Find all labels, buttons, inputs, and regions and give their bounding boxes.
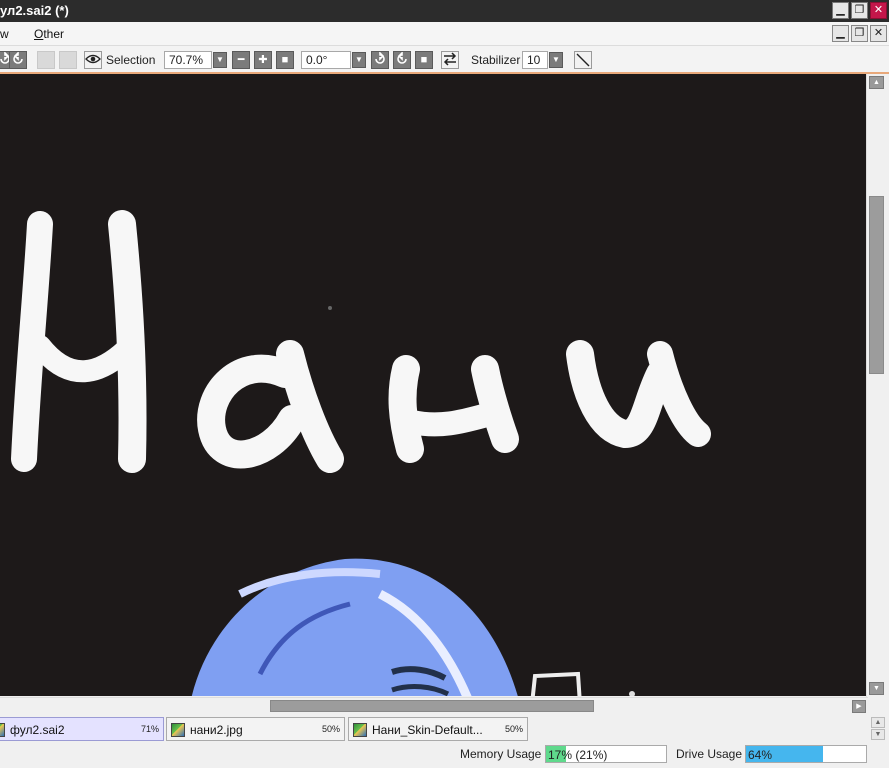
status-bar: Memory Usage 17% (21%) Drive Usage 64% [0,743,889,768]
zoom-in-button[interactable]: ✚ [254,51,272,69]
window-controls: ▁ ❐ ✕ [832,2,887,19]
stroke-a-bowl [197,354,306,469]
doc-restore-button[interactable]: ❐ [851,25,868,42]
hair-shape [191,558,518,696]
doc-tab-zoom: 71% [140,724,159,734]
image-file-icon [0,723,5,737]
rotate-left-icon [375,51,385,64]
straight-line-button[interactable] [574,51,592,69]
zoom-reset-button[interactable]: ■ [276,51,294,69]
horizontal-scroll-thumb[interactable] [270,700,594,712]
image-file-icon [171,723,185,737]
vertical-scrollbar[interactable]: ▲ ▼ [866,74,886,698]
memory-usage-value: 17% [548,748,573,762]
flip-horizontal-button[interactable] [441,51,459,69]
zoom-field[interactable]: 70.7% [164,51,212,69]
doc-tab-nani-skin[interactable]: Нани_Skin-Default... 50% [348,717,528,741]
stroke-i-right [647,341,711,447]
redo-button[interactable] [9,51,27,69]
sai-window: ул2.sai2 (*) ▁ ❐ ✕ w Other ▁ ❐ ✕ Selecti… [0,0,889,768]
character-hair [191,558,518,696]
document-tabs: фул2.sai2 71% нани2.jpg 50% Нани_Skin-De… [0,715,889,743]
doc-tab-zoom: 50% [504,724,523,734]
rotate-right-button[interactable] [393,51,411,69]
stabilizer-label: Stabilizer [471,53,521,67]
stabilizer-dropdown-button[interactable]: ▼ [549,52,563,68]
document-controls: ▁ ❐ ✕ [832,25,887,42]
drive-usage-meter: 64% [745,745,867,763]
redo-icon [13,51,23,64]
flip-arrows-icon [443,52,457,66]
rotation-dropdown-button[interactable]: ▼ [352,52,366,68]
zoom-out-button[interactable]: ━ [232,51,250,69]
doc-tab-name: фул2.sai2 [10,723,65,737]
sketch-box [530,671,582,696]
stroke-n-left [388,355,424,463]
stroke-n-bar [400,400,510,437]
drive-usage-label: Drive Usage [676,747,743,761]
rotate-left-button[interactable] [371,51,389,69]
menu-item-other-rest: ther [43,27,65,41]
doc-tab-zoom: 50% [321,724,340,734]
stroke-i-left [566,340,674,448]
scroll-down-button[interactable]: ▼ [869,682,884,695]
horizontal-scrollbar[interactable]: ▶ [0,697,868,714]
doc-tab-name: Нани_Skin-Default... [372,723,483,737]
stroke-h-bar [29,335,137,383]
memory-usage-meter: 17% (21%) [545,745,667,763]
stroke-a-stem [276,340,344,473]
menu-bar: w Other ▁ ❐ ✕ [0,22,889,46]
invert-selection-button[interactable] [59,51,77,69]
memory-usage-label: Memory Usage [460,747,542,761]
toolbar: Selection 70.7% ▼ ━ ✚ ■ 0.0° ▼ ■ Stabili… [0,46,889,74]
doc-close-button[interactable]: ✕ [870,25,887,42]
menu-item-other[interactable]: Other [34,27,64,41]
stray-dot [328,306,332,310]
drawing-canvas[interactable] [0,74,866,696]
memory-usage-extra: (21%) [575,748,608,762]
sketch-dot [629,691,635,696]
show-selection-toggle[interactable] [84,51,102,69]
doc-tab-ful2[interactable]: фул2.sai2 71% [0,717,164,741]
selection-label: Selection [106,53,156,67]
memory-usage-text: 17% (21%) [548,748,607,762]
scroll-right-button[interactable]: ▶ [852,700,866,713]
stabilizer-field[interactable]: 10 [522,51,548,69]
doc-tab-name: нани2.jpg [190,723,243,737]
doc-minimize-button[interactable]: ▁ [832,25,849,42]
lettering-strokes [11,210,711,473]
line-tool-icon [576,53,590,67]
title-bar: ул2.sai2 (*) ▁ ❐ ✕ [0,0,889,22]
menu-item-window[interactable]: w [0,27,9,41]
restore-button[interactable]: ❐ [851,2,868,19]
doc-tab-nani2[interactable]: нани2.jpg 50% [166,717,345,741]
rotation-reset-button[interactable]: ■ [415,51,433,69]
menu-accel-o: O [34,27,44,41]
scroll-up-button[interactable]: ▲ [869,76,884,89]
deselect-button[interactable] [37,51,55,69]
vertical-scroll-thumb[interactable] [869,196,884,374]
minimize-button[interactable]: ▁ [832,2,849,19]
tabs-scroll-down-button[interactable]: ▼ [871,729,885,740]
image-file-icon [353,723,367,737]
drive-usage-value: 64% [748,748,773,762]
rotation-field[interactable]: 0.0° [301,51,351,69]
close-button[interactable]: ✕ [870,2,887,19]
artwork [11,210,711,696]
window-title: ул2.sai2 (*) [0,3,69,18]
eye-icon [85,54,101,64]
zoom-dropdown-button[interactable]: ▼ [213,52,227,68]
rotate-right-icon [397,51,407,64]
tabs-scroll-up-button[interactable]: ▲ [871,717,885,728]
